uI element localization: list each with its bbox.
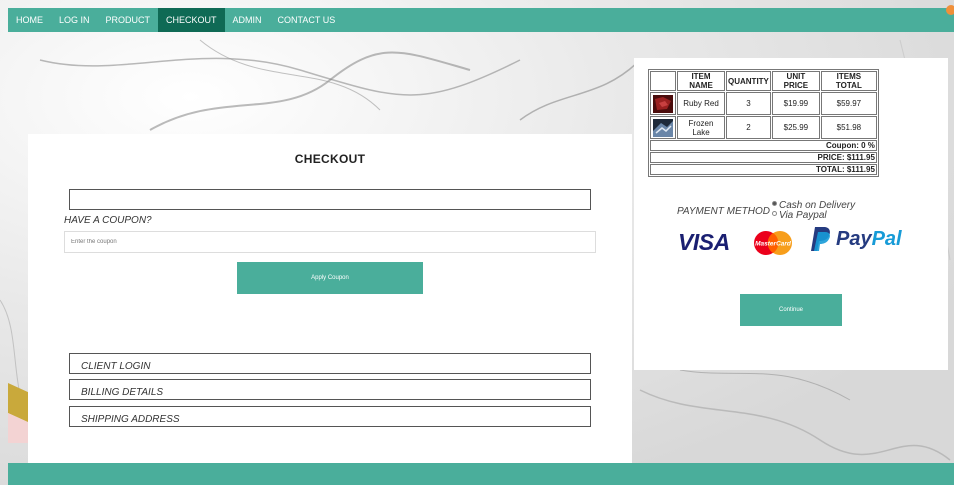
mastercard-logo: MasterCard (754, 231, 792, 255)
payment-option-paypal[interactable]: Via Paypal (771, 210, 855, 221)
cart-header-quantity: QUANTITY (726, 71, 771, 91)
cart-header-item-name: ITEM NAME (677, 71, 725, 91)
apply-coupon-button[interactable]: Apply Coupon (237, 262, 423, 294)
continue-button[interactable]: Continue (740, 294, 842, 326)
nav-contact-us[interactable]: CONTACT US (270, 8, 344, 32)
ruby-red-thumbnail (653, 94, 673, 113)
visa-logo: VISA (678, 229, 730, 255)
product-thumb-cell (650, 116, 676, 139)
item-total: $59.97 (820, 92, 877, 115)
item-total: $51.98 (820, 116, 877, 139)
cart-header-unit-price: UNIT PRICE (771, 71, 820, 91)
checkout-panel: CHECKOUT HAVE A COUPON? Apply Coupon CLI… (28, 134, 632, 464)
cart-header-items-total: ITEMS TOTAL (820, 71, 877, 91)
payment-method-label: PAYMENT METHOD (677, 206, 770, 217)
payment-method: PAYMENT METHOD Cash on Delivery Via Payp… (677, 201, 855, 221)
coupon-label: HAVE A COUPON? (64, 215, 152, 226)
nav-product[interactable]: PRODUCT (98, 8, 159, 32)
product-thumb-cell (650, 92, 676, 115)
cart-header-image (650, 71, 676, 91)
item-quantity: 3 (726, 92, 771, 115)
nav-admin[interactable]: ADMIN (225, 8, 270, 32)
billing-details-section[interactable]: BILLING DETAILS (69, 379, 591, 400)
nav-home[interactable]: HOME (8, 8, 51, 32)
shipping-address-section[interactable]: SHIPPING ADDRESS (69, 406, 591, 427)
price-summary: PRICE: $111.95 (650, 152, 877, 163)
item-unit-price: $25.99 (771, 116, 820, 139)
client-login-section[interactable]: CLIENT LOGIN (69, 353, 591, 374)
gold-accent (8, 383, 30, 443)
coupon-row: Coupon: 0 % (650, 140, 877, 151)
cart-table: ITEM NAME QUANTITY UNIT PRICE ITEMS TOTA… (648, 69, 879, 177)
mastercard-logo-text: MasterCard (755, 241, 792, 248)
notification-dot-icon[interactable] (946, 5, 954, 15)
item-unit-price: $19.99 (771, 92, 820, 115)
table-row: Frozen Lake 2 $25.99 $51.98 (650, 116, 877, 139)
payment-options: Cash on Delivery Via Paypal (771, 201, 855, 221)
item-name: Ruby Red (677, 92, 725, 115)
top-navbar: HOME LOG IN PRODUCT CHECKOUT ADMIN CONTA… (8, 5, 954, 32)
payment-option-label: Via Paypal (778, 210, 827, 221)
paypal-logo-text: PayPal (836, 227, 902, 250)
price-row: PRICE: $111.95 (650, 152, 877, 163)
paypal-p-icon (811, 227, 830, 251)
coupon-summary: Coupon: 0 % (650, 140, 877, 151)
nav-checkout[interactable]: CHECKOUT (158, 8, 225, 32)
radio-unchecked-icon[interactable] (771, 211, 777, 216)
table-row: Ruby Red 3 $19.99 $59.97 (650, 92, 877, 115)
coupon-input[interactable] (64, 231, 596, 253)
frozen-lake-thumbnail (653, 118, 673, 137)
page-title: CHECKOUT (294, 152, 366, 166)
item-name: Frozen Lake (677, 116, 725, 139)
radio-checked-icon[interactable] (771, 201, 777, 206)
order-summary-panel: ITEM NAME QUANTITY UNIT PRICE ITEMS TOTA… (634, 58, 948, 370)
total-row: TOTAL: $111.95 (650, 164, 877, 175)
nav-login[interactable]: LOG IN (51, 8, 98, 32)
footer-bar (8, 463, 954, 485)
item-quantity: 2 (726, 116, 771, 139)
checkout-top-field[interactable] (69, 189, 591, 210)
cart-header-row: ITEM NAME QUANTITY UNIT PRICE ITEMS TOTA… (650, 71, 877, 91)
total-summary: TOTAL: $111.95 (650, 164, 877, 175)
paypal-logo: PayPal (810, 226, 902, 252)
